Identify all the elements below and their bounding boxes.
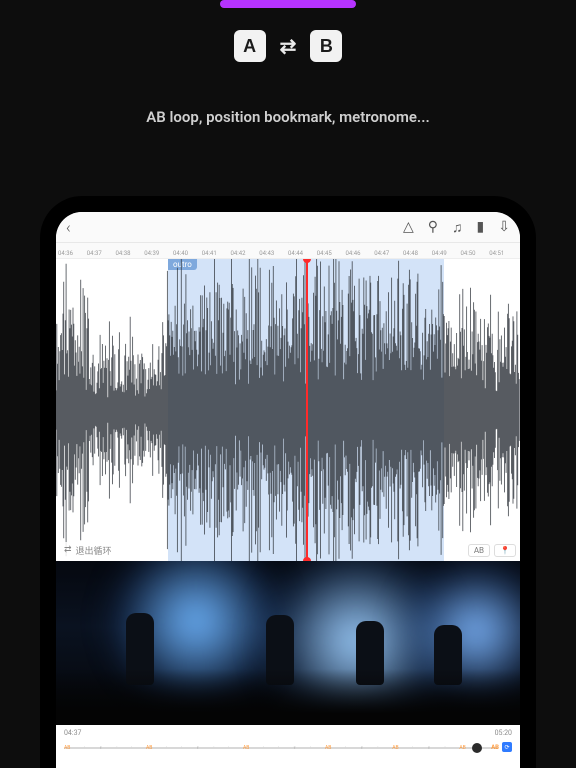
back-button[interactable]: ‹	[66, 218, 71, 237]
ruler-tick: 04:38	[116, 250, 145, 257]
ruler-tick: 04:49	[432, 250, 461, 257]
strip-times: 04:37 05:20	[64, 729, 512, 737]
strip-marker[interactable]: ♀	[196, 745, 200, 751]
ruler-tick: 04:43	[259, 250, 288, 257]
swap-icon: ⇄	[64, 545, 72, 555]
music-icon[interactable]: ♫	[452, 219, 463, 236]
time-ruler[interactable]: 04:36 04:37 04:38 04:39 04:40 04:41 04:4…	[56, 243, 520, 259]
bookmark-icon[interactable]: ▮	[477, 219, 485, 235]
ruler-tick: 04:45	[317, 250, 346, 257]
crowd-silhouette	[56, 669, 520, 725]
metronome-icon[interactable]: △	[403, 219, 414, 235]
strip-marker[interactable]: AB	[459, 745, 465, 751]
strip-marker[interactable]: AB	[325, 745, 331, 751]
accent-pill	[220, 0, 356, 8]
strip-marker[interactable]: AB	[243, 745, 249, 751]
app-toolbar: ‹ △ ⚲ ♫ ▮ ⇩	[56, 212, 520, 243]
strip-marker[interactable]: AB	[392, 745, 398, 751]
strip-marker[interactable]: ·	[412, 745, 413, 751]
ruler-tick: 04:47	[374, 250, 403, 257]
strip-marker[interactable]: ·	[444, 745, 445, 751]
subtitle: AB loop, position bookmark, metronome...	[0, 108, 576, 126]
ruler-tick: 04:40	[173, 250, 202, 257]
strip-marker[interactable]: ·	[278, 745, 279, 751]
strip-marker[interactable]: ·	[377, 745, 378, 751]
ruler-tick: 04:41	[202, 250, 231, 257]
strip-marker[interactable]: ♀	[360, 745, 364, 751]
strip-marker[interactable]: ·	[310, 745, 311, 751]
strip-marker[interactable]: ♀	[293, 745, 297, 751]
ruler-tick: 04:39	[144, 250, 173, 257]
app-screen: ‹ △ ⚲ ♫ ▮ ⇩ 04:36 04:37 04:38 04:39 04:4…	[56, 212, 520, 768]
strip-marker[interactable]: AB	[146, 745, 152, 751]
ab-tile-a: A	[234, 30, 266, 62]
strip-marker[interactable]: ·	[263, 745, 264, 751]
ruler-tick: 04:46	[346, 250, 375, 257]
waveform-area[interactable]: outro ⇄ 退出循环 AB 📍	[56, 259, 520, 561]
device-frame: ‹ △ ⚲ ♫ ▮ ⇩ 04:36 04:37 04:38 04:39 04:4…	[42, 198, 534, 768]
strip-marker[interactable]: ·	[131, 745, 132, 751]
attachment-icon[interactable]: ⚲	[428, 219, 438, 235]
strip-loop-badge[interactable]: ⟳	[502, 742, 512, 752]
strip-marker[interactable]: AB	[64, 745, 70, 751]
exit-loop-label: 退出循环	[76, 544, 112, 557]
strip-marker[interactable]: ·	[166, 745, 167, 751]
strip-marker[interactable]: ·	[116, 745, 117, 751]
strip-time-left: 04:37	[64, 729, 81, 737]
strip-marker[interactable]: ·	[84, 745, 85, 751]
ruler-tick: 04:36	[58, 250, 87, 257]
ruler-tick: 04:51	[489, 250, 518, 257]
ab-row: A ⇄ B	[0, 30, 576, 62]
strip-marker[interactable]: ·	[181, 745, 182, 751]
strip-right-badges: AB ⟳	[491, 742, 512, 752]
playhead[interactable]	[306, 259, 308, 561]
toolbar-icons: △ ⚲ ♫ ▮ ⇩	[403, 212, 510, 242]
stage: A ⇄ B AB loop, position bookmark, metron…	[0, 0, 576, 768]
pin-chip[interactable]: 📍	[494, 544, 516, 557]
ruler-tick: 04:50	[461, 250, 490, 257]
ruler-tick: 04:42	[231, 250, 260, 257]
waveform-svg	[56, 259, 520, 561]
ruler-tick: 04:48	[403, 250, 432, 257]
strip-marker[interactable]: ♀	[427, 745, 431, 751]
exit-loop-chip[interactable]: ⇄ 退出循环	[60, 542, 116, 559]
strip-marker[interactable]: ·	[228, 745, 229, 751]
strip-ab-badge: AB	[491, 744, 499, 751]
video-thumbnail[interactable]	[56, 561, 520, 725]
strip-marker[interactable]: ♀	[99, 745, 103, 751]
waveform-footer: ⇄ 退出循环 AB 📍	[56, 539, 520, 561]
strip-marker[interactable]: ·	[213, 745, 214, 751]
ab-chip[interactable]: AB	[468, 544, 490, 557]
ruler-tick: 04:37	[87, 250, 116, 257]
strip-time-right: 05:20	[495, 729, 512, 737]
strip-track[interactable]: AB·♀··AB··♀··AB··♀·AB·♀·AB·♀·AB·♀ AB ⟳	[64, 743, 512, 753]
timeline-strip[interactable]: 04:37 05:20 AB · ♀ · · AB · · ♀ · · AB · · ♀ · AB · ♀ · AB · ♀…	[56, 725, 520, 768]
strip-cursor[interactable]	[472, 743, 482, 753]
swap-icon: ⇄	[280, 34, 297, 58]
ab-tile-b: B	[310, 30, 342, 62]
strip-marks: AB·♀··AB··♀··AB··♀·AB·♀·AB·♀·AB·♀	[64, 743, 498, 753]
download-icon[interactable]: ⇩	[498, 219, 510, 235]
strip-marker[interactable]: ·	[345, 745, 346, 751]
ruler-tick: 04:44	[288, 250, 317, 257]
